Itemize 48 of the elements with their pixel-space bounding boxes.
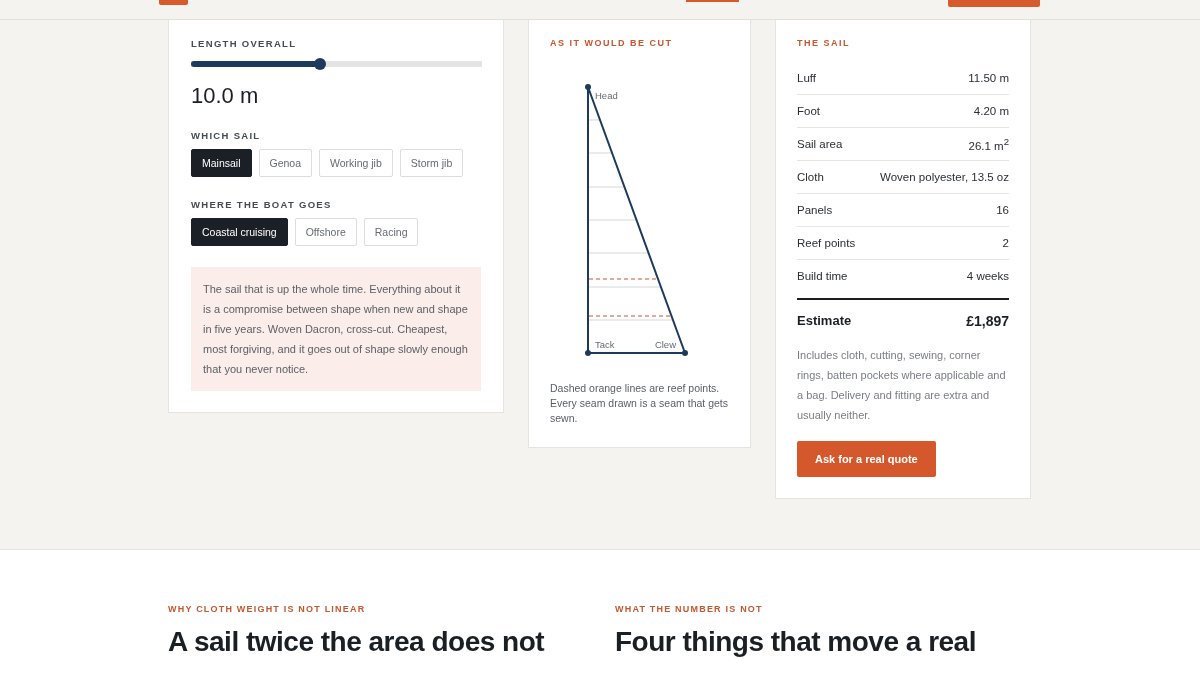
section-label: AS IT WOULD BE CUT bbox=[550, 37, 674, 49]
article-heading: Four things that move a real bbox=[615, 625, 977, 659]
spec-value: 11.50 m bbox=[968, 72, 1009, 84]
diagram-caption: Dashed orange lines are reef points. Every seam drawn is a seam that gets sewn. bbox=[550, 381, 729, 426]
description-text: The sail that is up the whole time. Everything about it is a compromise between shape when new and shape in five years. Woven Dacron, cross-cut. Cheapest, most forgiving, and it goes out of shape slowly enough that you never notice. bbox=[191, 267, 481, 391]
option-button[interactable]: Coastal cruising bbox=[191, 218, 288, 246]
option-button[interactable]: Working jib bbox=[319, 149, 393, 177]
spec-value: 2 bbox=[1002, 237, 1009, 249]
quote-button[interactable]: Ask for a real quote bbox=[797, 441, 936, 477]
spec-value: 4 weeks bbox=[966, 270, 1009, 282]
reef-line bbox=[588, 278, 659, 280]
field-label: LENGTH OVERALL bbox=[191, 38, 298, 50]
option-button[interactable]: Mainsail bbox=[191, 149, 252, 177]
field-label: WHERE THE BOAT GOES bbox=[191, 199, 333, 211]
option-button[interactable]: Racing bbox=[363, 218, 419, 246]
section-label: THE SAIL bbox=[797, 37, 851, 49]
estimate-label: Estimate bbox=[797, 312, 852, 330]
corner-label: Head bbox=[595, 90, 618, 101]
nav-underline bbox=[686, 0, 739, 2]
spec-label: Reef points bbox=[797, 237, 856, 249]
estimate-value: £1,897 bbox=[966, 312, 1009, 330]
spec-value: 26.1 m$^{2}$ bbox=[968, 136, 1009, 152]
spec-label: Panels bbox=[797, 204, 833, 216]
corner-dot-icon bbox=[585, 84, 591, 90]
spec-label: Sail area bbox=[797, 138, 843, 150]
field-label: WHICH SAIL bbox=[191, 130, 262, 142]
spec-value: 16 bbox=[996, 204, 1009, 216]
corner-label: Clew bbox=[654, 339, 676, 350]
corner-label: Tack bbox=[595, 339, 615, 350]
article-eyebrow: WHY CLOTH WEIGHT IS NOT LINEAR bbox=[168, 604, 367, 615]
spec-label: Build time bbox=[797, 270, 848, 282]
option-button[interactable]: Offshore bbox=[294, 218, 357, 246]
corner-dot-icon bbox=[682, 350, 688, 356]
article-heading: A sail twice the area does not bbox=[168, 625, 546, 659]
spec-value: 4.20 m bbox=[973, 105, 1009, 117]
option-button[interactable]: Storm jib bbox=[399, 149, 464, 177]
length-slider[interactable] bbox=[191, 58, 482, 70]
article-eyebrow: WHAT THE NUMBER IS NOT bbox=[615, 604, 764, 615]
length-reading: 10.0 m bbox=[191, 83, 260, 109]
spec-label: Luff bbox=[797, 72, 816, 84]
estimate-note: Includes cloth, cutting, sewing, corner rings, batten pockets where applicable and a bag. Delivery and fitting are extra and usually neither. bbox=[797, 348, 1007, 423]
slider-thumb[interactable] bbox=[313, 58, 326, 70]
spec-label: Cloth bbox=[797, 171, 824, 183]
logo-mark-icon bbox=[159, 0, 188, 5]
option-button[interactable]: Genoa bbox=[258, 149, 313, 177]
spec-label: Foot bbox=[797, 105, 820, 117]
spec-value: Woven polyester, 13.5 oz bbox=[880, 171, 1009, 183]
corner-dot-icon bbox=[585, 350, 591, 356]
